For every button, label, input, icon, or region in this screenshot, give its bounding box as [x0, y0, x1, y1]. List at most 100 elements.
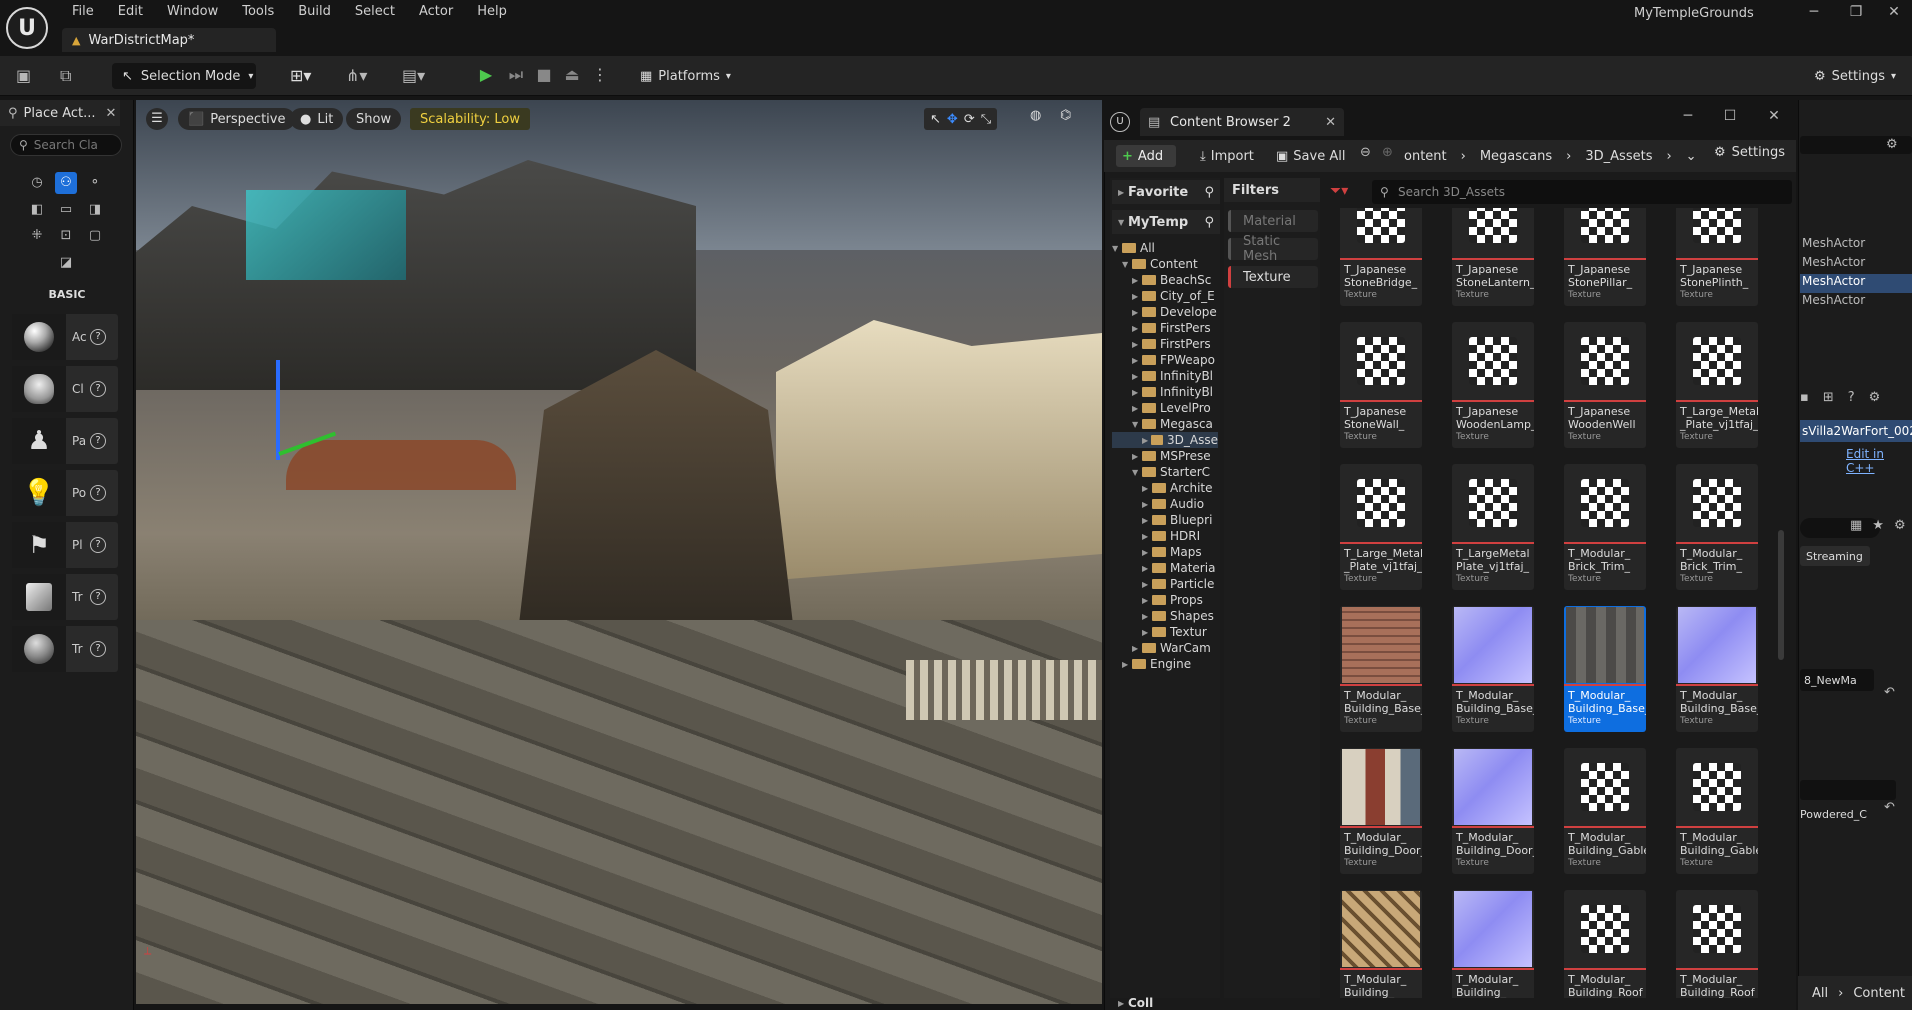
- tree-folder-item[interactable]: ▶ Textur: [1112, 624, 1218, 640]
- chevron-down-icon[interactable]: ⌄: [1686, 149, 1697, 164]
- triangle-right-icon[interactable]: ▶: [1142, 612, 1152, 621]
- grid-icon[interactable]: ⊞: [1823, 390, 1834, 405]
- volumes-icon[interactable]: ⊡: [55, 225, 77, 247]
- asset-tile[interactable]: T_Modular_ Building_Base_ Texture: [1676, 606, 1758, 732]
- move-tool-icon[interactable]: ✥: [947, 112, 958, 127]
- place-item-player-start[interactable]: ⚑ Pl ?: [12, 522, 118, 568]
- cb-close-icon[interactable]: ✕: [1756, 106, 1792, 126]
- triangle-right-icon[interactable]: ▶: [1132, 452, 1142, 461]
- streaming-tab[interactable]: Streaming: [1800, 546, 1870, 566]
- add-button[interactable]: + Add: [1116, 145, 1176, 167]
- menu-tools[interactable]: Tools: [230, 0, 286, 24]
- tree-folder-item[interactable]: ▶ Audio: [1112, 496, 1218, 512]
- extra-icon[interactable]: ◪: [55, 252, 77, 274]
- asset-tile[interactable]: T_Modular_ Building_Base_ Texture: [1340, 606, 1422, 732]
- back-icon[interactable]: ⊖: [1360, 145, 1371, 167]
- asset-tile[interactable]: T_Modular_ Building_Texture: [1340, 890, 1422, 998]
- gear-icon[interactable]: ⚙: [1894, 518, 1906, 533]
- cinematics-icon[interactable]: ▤▾: [402, 66, 425, 85]
- triangle-right-icon[interactable]: ▶: [1142, 548, 1152, 557]
- tree-folder-item[interactable]: ▶ FPWeapo: [1112, 352, 1218, 368]
- tree-folder-item[interactable]: ▶ Shapes: [1112, 608, 1218, 624]
- filter-material[interactable]: Material: [1228, 210, 1318, 232]
- asset-tile[interactable]: T_Modular_ Building_Base_ Texture: [1564, 606, 1646, 732]
- star-icon[interactable]: ★: [1872, 518, 1884, 533]
- triangle-down-icon[interactable]: ▼: [1132, 468, 1142, 477]
- forward-icon[interactable]: ⊕: [1382, 145, 1393, 167]
- triangle-right-icon[interactable]: ▶: [1132, 644, 1142, 653]
- scalability-badge[interactable]: Scalability: Low: [410, 108, 530, 130]
- lock-icon[interactable]: ▪: [1800, 390, 1809, 405]
- triangle-right-icon[interactable]: ▶: [1142, 436, 1151, 445]
- triangle-right-icon[interactable]: ▶: [1132, 324, 1142, 333]
- unreal-logo-icon[interactable]: U: [6, 7, 48, 49]
- world-local-icon[interactable]: ◍: [1030, 108, 1041, 123]
- filter-static-mesh[interactable]: Static Mesh: [1228, 234, 1318, 264]
- place-item-point-light[interactable]: 💡 Po ?: [12, 470, 118, 516]
- triangle-right-icon[interactable]: ▶: [1132, 356, 1142, 365]
- cb-minimize-icon[interactable]: ─: [1670, 106, 1706, 126]
- cb-settings-button[interactable]: ⚙ Settings: [1714, 145, 1785, 160]
- triangle-right-icon[interactable]: ▶: [1142, 532, 1152, 541]
- asset-tile[interactable]: T_Modular_ Building_RoofTexture: [1676, 890, 1758, 998]
- triangle-right-icon[interactable]: ▶: [1132, 388, 1142, 397]
- filter-icon[interactable]: ⏷▾: [1330, 183, 1348, 199]
- help-icon[interactable]: ?: [90, 381, 106, 397]
- outliner-row[interactable]: MeshActor: [1800, 293, 1912, 312]
- geometry-icon[interactable]: ⁜: [26, 225, 48, 247]
- reset-icon[interactable]: ↶: [1884, 800, 1895, 815]
- eject-icon[interactable]: ⏏: [560, 63, 584, 87]
- lit-button[interactable]: ● Lit: [290, 108, 344, 130]
- triangle-down-icon[interactable]: ▼: [1112, 244, 1122, 253]
- tree-folder-item[interactable]: ▶ InfinityBl: [1112, 384, 1218, 400]
- select-tool-icon[interactable]: ↖: [930, 112, 941, 127]
- tree-folder-item[interactable]: ▼ All: [1112, 240, 1218, 256]
- menu-select[interactable]: Select: [343, 0, 407, 24]
- filter-texture[interactable]: Texture: [1228, 266, 1318, 288]
- breadcrumb-3d-assets[interactable]: 3D_Assets: [1585, 149, 1652, 164]
- tree-folder-item[interactable]: ▶ MSPrese: [1112, 448, 1218, 464]
- triangle-right-icon[interactable]: ▶: [1142, 580, 1152, 589]
- asset-tile[interactable]: T_Modular_ Building_Gable Texture: [1564, 748, 1646, 874]
- asset-tile[interactable]: T_Modular_ Building_Gable Texture: [1676, 748, 1758, 874]
- play-icon[interactable]: ▶: [474, 63, 498, 87]
- asset-tile[interactable]: T_Japanese StoneWall_ Texture: [1340, 322, 1422, 448]
- triangle-right-icon[interactable]: ▶: [1142, 628, 1152, 637]
- stop-icon[interactable]: ■: [532, 63, 556, 87]
- asset-tile[interactable]: T_Modular_ Building_RoofTexture: [1564, 890, 1646, 998]
- help-icon[interactable]: ?: [90, 537, 106, 553]
- tree-folder-item[interactable]: ▶ WarCam: [1112, 640, 1218, 656]
- tree-folder-item[interactable]: ▶ FirstPers: [1112, 320, 1218, 336]
- triangle-right-icon[interactable]: ▶: [1132, 340, 1142, 349]
- material-slot-dropdown[interactable]: [1800, 780, 1896, 800]
- recent-icon[interactable]: ◷: [26, 172, 48, 194]
- breadcrumb-megascans[interactable]: Megascans: [1480, 149, 1552, 164]
- tree-folder-item[interactable]: ▶ LevelPro: [1112, 400, 1218, 416]
- menu-help[interactable]: Help: [465, 0, 519, 24]
- close-window-icon[interactable]: ✕: [1876, 2, 1912, 22]
- triangle-down-icon[interactable]: ▼: [1122, 260, 1132, 269]
- platforms-button[interactable]: ▦ Platforms ▾: [640, 63, 731, 89]
- triangle-right-icon[interactable]: ▶: [1132, 372, 1142, 381]
- visual-effects-icon[interactable]: ◨: [84, 199, 106, 221]
- basic-category-icon[interactable]: ⚇: [55, 172, 77, 194]
- tree-folder-item[interactable]: ▶ 3D_Asse: [1112, 432, 1218, 448]
- asset-tile[interactable]: T_Modular_ Building_Door_ Texture: [1340, 748, 1422, 874]
- tree-folder-item[interactable]: ▶ Engine: [1112, 656, 1218, 672]
- import-button[interactable]: ⤓ Import: [1200, 145, 1254, 167]
- asset-search-input[interactable]: ⚲ Search 3D_Assets: [1372, 180, 1792, 204]
- tree-folder-item[interactable]: ▶ HDRI: [1112, 528, 1218, 544]
- viewport-menu-icon[interactable]: ☰: [146, 108, 168, 130]
- menu-window[interactable]: Window: [155, 0, 230, 24]
- help-icon[interactable]: ?: [90, 485, 106, 501]
- asset-tile[interactable]: T_Modular_ Brick_Trim_ Texture: [1676, 464, 1758, 590]
- tree-folder-item[interactable]: ▶ FirstPers: [1112, 336, 1218, 352]
- triangle-right-icon[interactable]: ▶: [1142, 596, 1152, 605]
- favorites-header[interactable]: ▶ Favorite ⚲: [1112, 180, 1220, 204]
- transform-gizmo-z[interactable]: [276, 360, 280, 460]
- place-item-trigger-sphere[interactable]: Tr ?: [12, 626, 118, 672]
- menu-actor[interactable]: Actor: [407, 0, 465, 24]
- tree-folder-item[interactable]: ▶ InfinityBl: [1112, 368, 1218, 384]
- asset-tile[interactable]: T_LargeMetal Plate_vj1tfaj_ Texture: [1452, 464, 1534, 590]
- asset-tile[interactable]: T_Japanese StonePillar_ Texture: [1564, 208, 1646, 306]
